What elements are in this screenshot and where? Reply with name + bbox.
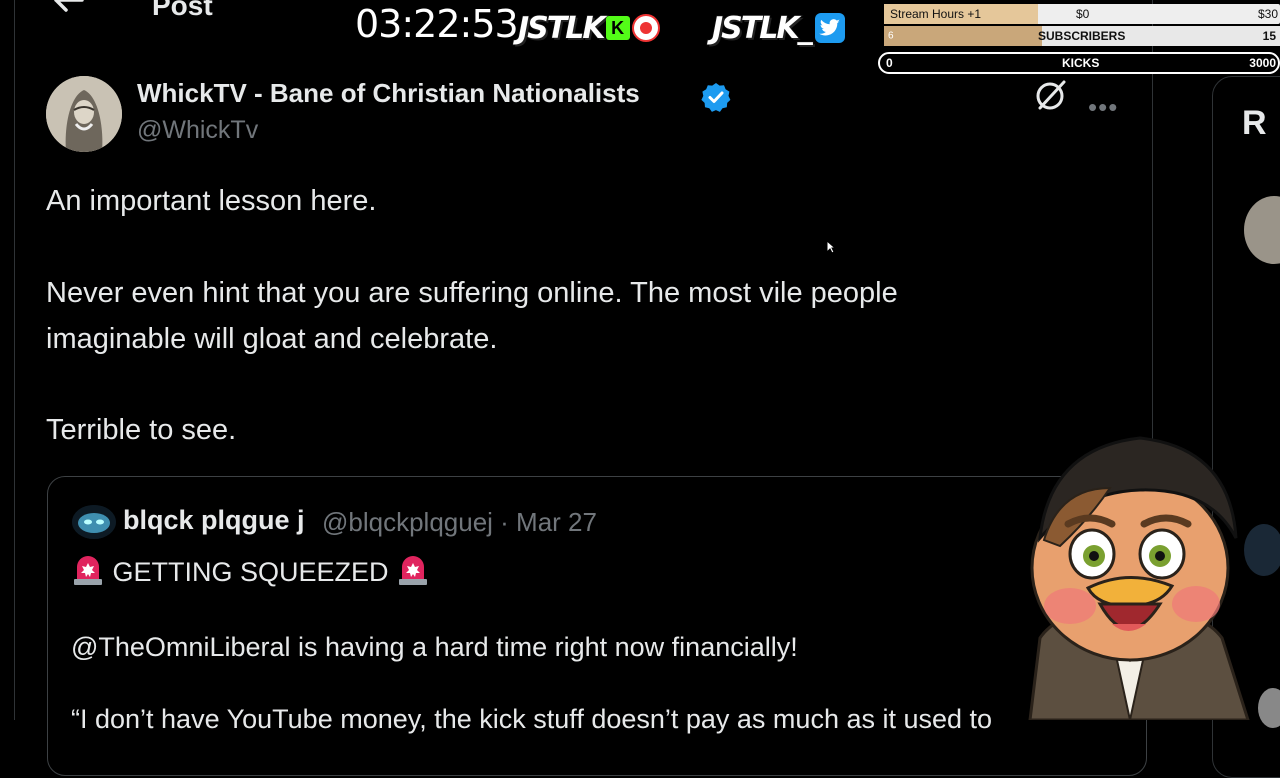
more-icon[interactable]: ••• <box>1088 92 1118 123</box>
page-title: Post <box>152 0 213 21</box>
quoted-author-name[interactable]: blqck plqgue j <box>123 505 305 536</box>
siren-icon <box>74 556 102 585</box>
quoted-headline-text: GETTING SQUEEZED <box>112 557 389 587</box>
goal-subscribers-fill <box>884 26 1043 46</box>
tweet-text-line: An important lesson here. <box>46 185 377 217</box>
tweet-text-line: Terrible to see. <box>46 414 237 446</box>
right-sidebar-heading: R <box>1242 104 1267 142</box>
twitter-channel-badge: JSTLK_ <box>711 10 845 47</box>
twitter-bird-icon <box>814 13 845 43</box>
mouse-cursor-icon <box>826 240 836 254</box>
goal-stream-hours-current: $0 <box>1076 7 1090 21</box>
author-handle[interactable]: @WhickTv <box>137 116 258 145</box>
goal-subscribers-current: 6 <box>888 30 894 42</box>
quoted-text-line: @TheOmniLiberal is having a hard time ri… <box>71 632 798 662</box>
streamer-mascot-overlay <box>1028 436 1250 720</box>
quoted-author-avatar[interactable] <box>72 505 116 539</box>
suggested-user-avatar[interactable] <box>1258 688 1280 728</box>
goal-stream-hours-label: Stream Hours +1 <box>890 7 982 21</box>
goal-kicks-target: 3000 <box>1249 56 1276 70</box>
tweet-text-line: imaginable will gloat and celebrate. <box>46 323 498 355</box>
goal-stream-hours-target: $30 <box>1257 7 1278 21</box>
goal-kicks: 0 KICKS 3000 <box>878 52 1280 74</box>
author-name[interactable]: WhickTV - Bane of Christian Nationalists <box>137 78 640 109</box>
goal-kicks-current: 0 <box>886 56 893 70</box>
twitter-badge-text: JSTLK_ <box>711 10 813 47</box>
author-avatar[interactable] <box>46 76 122 152</box>
siren-icon <box>399 556 428 585</box>
back-arrow-icon[interactable] <box>50 0 86 18</box>
record-icon <box>631 14 660 42</box>
column-divider-left <box>14 0 15 720</box>
goal-subscribers: 6 SUBSCRIBERS 15 <box>884 26 1280 46</box>
goal-subscribers-label: SUBSCRIBERS <box>1038 29 1126 43</box>
stream-timer: 03:22:53 <box>355 2 519 46</box>
quoted-author-meta[interactable]: @blqckplqguej · Mar 27 <box>322 507 597 538</box>
goal-kicks-label: KICKS <box>1062 56 1100 70</box>
kick-channel-badge: JSTLK K <box>517 10 660 47</box>
quoted-headline-row: GETTING SQUEEZED <box>71 555 430 588</box>
tweet-text-line: Never even hint that you are suffering o… <box>46 277 898 309</box>
verified-icon <box>701 83 731 112</box>
grok-icon[interactable] <box>1034 78 1068 112</box>
kick-badge-text: JSTLK <box>517 10 606 47</box>
goal-subscribers-target: 15 <box>1262 29 1276 43</box>
kick-logo-icon: K <box>605 16 630 40</box>
goal-stream-hours: Stream Hours +1 $0 $30 <box>884 4 1280 24</box>
